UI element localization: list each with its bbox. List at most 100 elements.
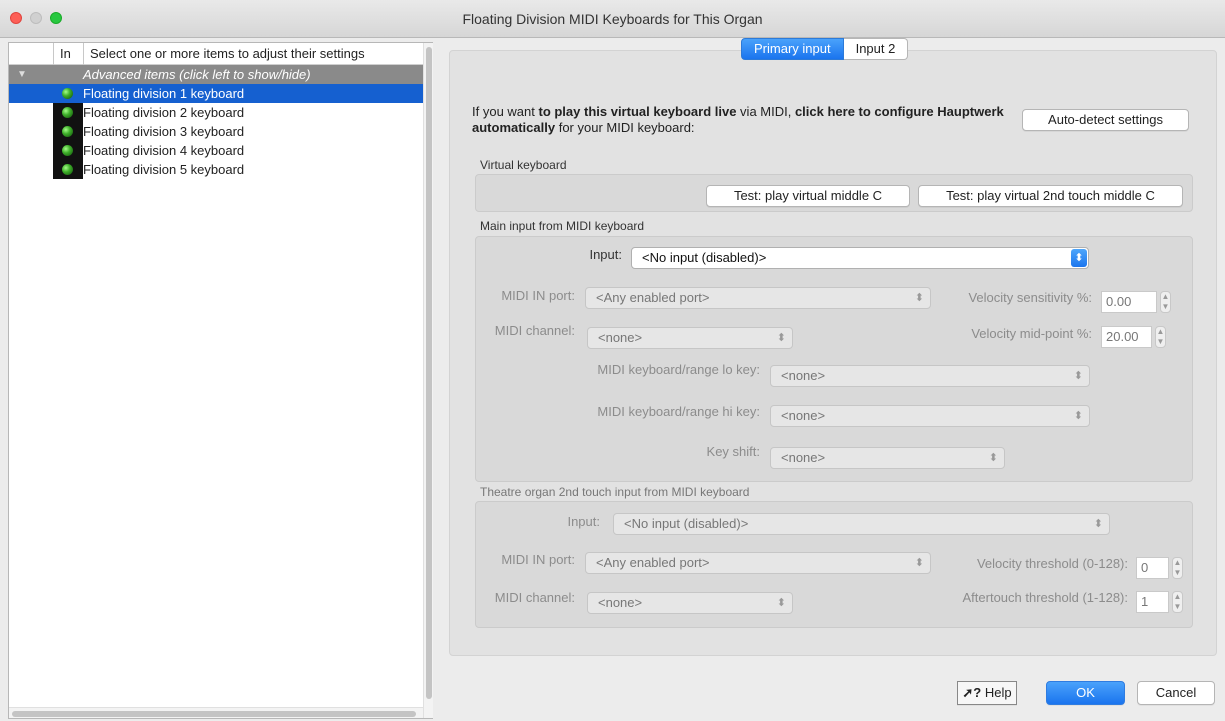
list-item-label: Floating division 3 keyboard [83, 124, 245, 139]
intro-text-part: for your MIDI keyboard: [555, 120, 695, 135]
list-item-label: Floating division 4 keyboard [83, 143, 245, 158]
tree-header: In Select one or more items to adjust th… [9, 43, 423, 65]
velocity-threshold-label: Velocity threshold (0-128): [976, 556, 1128, 571]
velocity-sensitivity-label: Velocity sensitivity %: [968, 290, 1092, 305]
intro-text-part: If you want [472, 104, 539, 119]
theatre-midi-channel-value: <none> [598, 595, 643, 610]
theatre-input-value: <No input (disabled)> [624, 516, 749, 531]
range-lo-key-select[interactable]: <none> ⬍ [770, 365, 1090, 387]
range-hi-key-label: MIDI keyboard/range hi key: [597, 404, 760, 419]
velocity-sensitivity-stepper[interactable]: ▲ ▼ [1160, 291, 1171, 313]
midi-in-port-label: MIDI IN port: [501, 288, 575, 303]
midi-channel-select[interactable]: <none> ⬍ [587, 327, 793, 349]
ok-button[interactable]: OK [1046, 681, 1125, 705]
aftertouch-threshold-stepper[interactable]: ▲ ▼ [1172, 591, 1183, 613]
in-cell[interactable] [53, 103, 83, 122]
list-item[interactable]: Floating division 4 keyboard [9, 141, 423, 160]
velocity-sensitivity-input[interactable]: 0.00 [1101, 291, 1157, 313]
led-indicator-icon [62, 88, 73, 99]
item-tree: In Select one or more items to adjust th… [8, 42, 433, 719]
led-indicator-icon [62, 164, 73, 175]
key-shift-select[interactable]: <none> ⬍ [770, 447, 1005, 469]
vertical-scroll-thumb[interactable] [426, 47, 432, 699]
list-item-label: Floating division 2 keyboard [83, 105, 245, 120]
theatre-midi-in-port-select[interactable]: <Any enabled port> ⬍ [585, 552, 931, 574]
section-label-virtual-keyboard: Virtual keyboard [480, 158, 567, 172]
in-cell[interactable] [53, 160, 83, 179]
tab-primary-input[interactable]: Primary input [741, 38, 844, 60]
help-button[interactable]: ➚? Help [957, 681, 1017, 705]
column-header-label[interactable]: Select one or more items to adjust their… [83, 43, 365, 65]
velocity-midpoint-input[interactable]: 20.00 [1101, 326, 1152, 348]
select-arrows-icon: ⬍ [776, 597, 786, 609]
select-arrows-icon: ⬍ [1073, 410, 1083, 422]
range-hi-key-select[interactable]: <none> ⬍ [770, 405, 1090, 427]
test-middle-c-button[interactable]: Test: play virtual middle C [706, 185, 910, 207]
list-item[interactable]: Floating division 3 keyboard [9, 122, 423, 141]
intro-text-bold: to play this virtual keyboard live [538, 104, 737, 119]
cancel-button[interactable]: Cancel [1137, 681, 1215, 705]
vertical-scrollbar[interactable] [423, 43, 433, 718]
select-arrows-icon: ⬍ [914, 292, 924, 304]
intro-text-part: via MIDI, [736, 104, 795, 119]
in-cell[interactable] [53, 84, 83, 103]
select-arrows-icon: ⬍ [914, 557, 924, 569]
select-arrows-icon: ⬍ [988, 452, 998, 464]
aftertouch-threshold-label: Aftertouch threshold (1-128): [962, 590, 1128, 605]
list-item-label: Floating division 1 keyboard [83, 86, 245, 101]
horizontal-scrollbar[interactable] [9, 707, 423, 718]
range-lo-key-value: <none> [781, 368, 826, 383]
in-cell[interactable] [53, 141, 83, 160]
select-arrows-icon: ⬍ [1073, 370, 1083, 382]
velocity-midpoint-label: Velocity mid-point %: [971, 326, 1092, 341]
section-label-main-input: Main input from MIDI keyboard [480, 219, 645, 233]
midi-channel-label: MIDI channel: [494, 323, 575, 338]
list-item[interactable]: Floating division 2 keyboard [9, 103, 423, 122]
column-header-in[interactable]: In [53, 43, 83, 65]
theatre-input-select[interactable]: <No input (disabled)> ⬍ [613, 513, 1110, 535]
select-arrows-icon: ⬍ [776, 332, 786, 344]
theatre-midi-channel-label: MIDI channel: [494, 590, 575, 605]
aftertouch-threshold-input[interactable]: 1 [1136, 591, 1169, 613]
list-item[interactable]: Floating division 1 keyboard [9, 84, 423, 103]
velocity-threshold-stepper[interactable]: ▲ ▼ [1172, 557, 1183, 579]
dialog-window: Floating Division MIDI Keyboards for Thi… [0, 0, 1225, 721]
disclosure-triangle-icon[interactable]: ▼ [17, 65, 27, 84]
window-title: Floating Division MIDI Keyboards for Thi… [462, 11, 763, 27]
select-arrows-icon: ⬍ [1071, 249, 1087, 267]
help-button-label: Help [984, 685, 1012, 700]
advanced-items-label: Advanced items (click left to show/hide) [83, 67, 311, 82]
velocity-midpoint-stepper[interactable]: ▲ ▼ [1155, 326, 1166, 348]
list-item-label: Floating division 5 keyboard [83, 162, 245, 177]
main-input-select[interactable]: <No input (disabled)> ⬍ [631, 247, 1089, 269]
tab-input-2[interactable]: Input 2 [843, 38, 909, 60]
intro-text: If you want to play this virtual keyboar… [472, 104, 1012, 136]
key-shift-value: <none> [781, 450, 826, 465]
select-arrows-icon: ⬍ [1093, 518, 1103, 530]
theatre-midi-channel-select[interactable]: <none> ⬍ [587, 592, 793, 614]
in-cell[interactable] [53, 122, 83, 141]
range-lo-key-label: MIDI keyboard/range lo key: [597, 362, 760, 377]
theatre-midi-in-port-label: MIDI IN port: [501, 552, 575, 567]
led-indicator-icon [62, 126, 73, 137]
test-2nd-touch-button[interactable]: Test: play virtual 2nd touch middle C [918, 185, 1183, 207]
velocity-threshold-input[interactable]: 0 [1136, 557, 1169, 579]
midi-in-port-select[interactable]: <Any enabled port> ⬍ [585, 287, 931, 309]
section-label-theatre-input: Theatre organ 2nd touch input from MIDI … [480, 485, 750, 499]
main-input-label: Input: [589, 247, 622, 262]
auto-detect-button[interactable]: Auto-detect settings [1022, 109, 1189, 131]
theatre-midi-in-port-value: <Any enabled port> [596, 555, 710, 570]
tab-bar: Primary input Input 2 [741, 38, 909, 60]
led-indicator-icon [62, 145, 73, 156]
theatre-input-label: Input: [567, 514, 600, 529]
midi-channel-value: <none> [598, 330, 643, 345]
list-item[interactable]: Floating division 5 keyboard [9, 160, 423, 179]
led-indicator-icon [62, 107, 73, 118]
advanced-items-row[interactable]: ▼ Advanced items (click left to show/hid… [9, 65, 423, 84]
main-input-group [475, 236, 1193, 482]
range-hi-key-value: <none> [781, 408, 826, 423]
horizontal-scroll-thumb[interactable] [12, 711, 416, 717]
help-cursor-icon: ➚? [962, 685, 982, 700]
main-input-select-value: <No input (disabled)> [642, 250, 767, 265]
title-bar: Floating Division MIDI Keyboards for Thi… [0, 0, 1225, 38]
